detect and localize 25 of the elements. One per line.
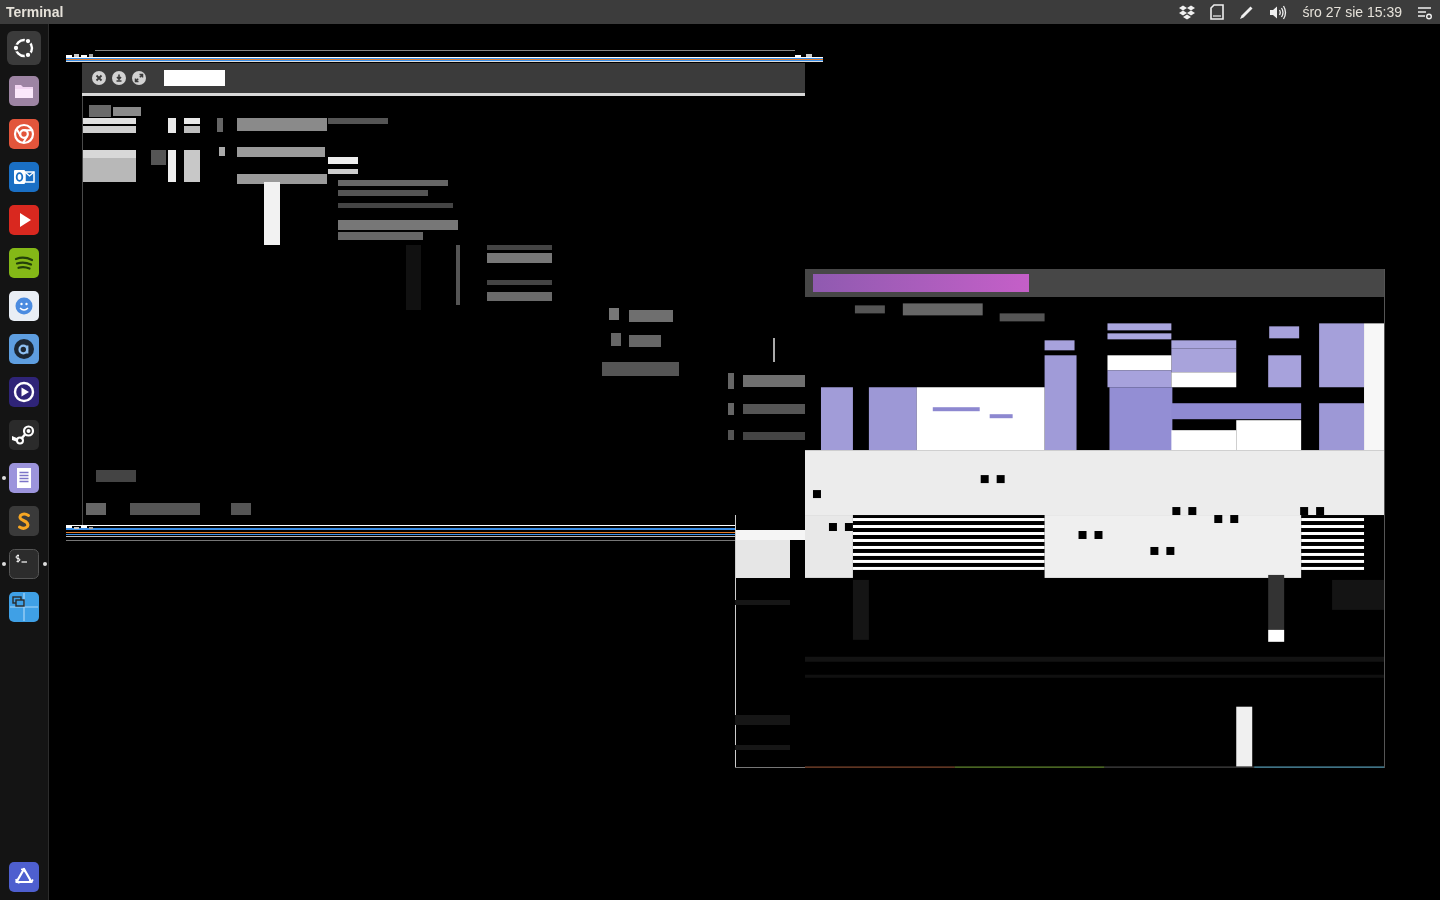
memory-card-icon[interactable] xyxy=(1210,4,1225,20)
terminal-icon[interactable] xyxy=(9,548,39,579)
minimize-icon[interactable] xyxy=(112,71,126,85)
app-title: Terminal xyxy=(6,5,64,19)
maximize-icon[interactable] xyxy=(132,71,146,85)
blank-title-block xyxy=(164,70,225,86)
folder-icon[interactable] xyxy=(9,75,39,106)
video-play-icon[interactable] xyxy=(9,204,39,235)
close-icon[interactable] xyxy=(92,71,106,85)
recycle-icon[interactable] xyxy=(9,861,39,892)
browser-icon[interactable] xyxy=(9,118,39,149)
diamond-box-icon[interactable] xyxy=(1179,4,1196,20)
letter-s-logo-icon[interactable] xyxy=(9,505,39,536)
sound-waves-icon[interactable] xyxy=(9,247,39,278)
piston-logo-icon[interactable] xyxy=(9,419,39,450)
pen-icon[interactable] xyxy=(1239,4,1255,20)
document-icon[interactable] xyxy=(9,462,39,493)
smiley-icon[interactable] xyxy=(9,290,39,321)
mail-icon[interactable] xyxy=(9,161,39,192)
ring-logo-icon[interactable] xyxy=(7,30,41,65)
workspace-grid-icon[interactable] xyxy=(9,591,39,622)
letter-a-logo-icon[interactable] xyxy=(9,333,39,364)
menu-icon[interactable] xyxy=(1417,4,1432,20)
volume-icon[interactable] xyxy=(1269,4,1288,20)
clock[interactable]: śro 27 sie 15:39 xyxy=(1302,5,1402,19)
